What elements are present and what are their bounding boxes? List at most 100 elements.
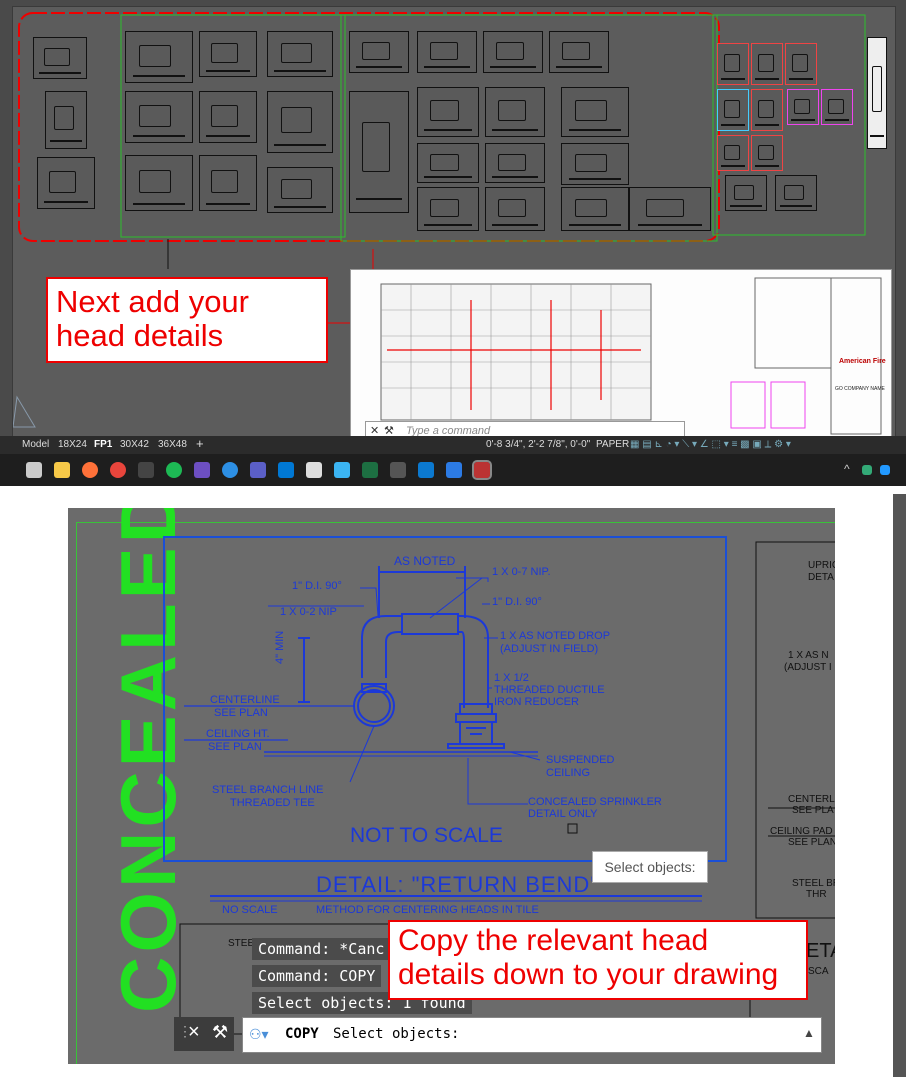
- detail-thumb: [267, 167, 333, 213]
- terminal-icon[interactable]: [390, 462, 406, 478]
- detail-thumb: [125, 31, 193, 83]
- task-view-icon[interactable]: [26, 462, 42, 478]
- method-label: METHOD FOR CENTERING HEADS IN TILE: [316, 904, 539, 916]
- detail-thumb: [45, 91, 87, 149]
- concealed-sprinkler-label-2: DETAIL ONLY: [528, 808, 598, 820]
- chevron-up-icon[interactable]: ▲: [803, 1026, 815, 1040]
- centerline-label-1: CENTERLINE: [210, 694, 280, 706]
- detail-thumb: [717, 43, 749, 85]
- tab-fp1[interactable]: FP1: [94, 439, 112, 450]
- tray-icon[interactable]: [862, 465, 872, 475]
- coordinates-readout: 0'-8 3/4", 2'-2 7/8", 0'-0": [486, 439, 591, 450]
- app-icon[interactable]: [306, 462, 322, 478]
- suspended-label-1: SUSPENDED: [546, 754, 615, 766]
- suspended-label-2: CEILING: [546, 767, 591, 779]
- chrome-icon[interactable]: [110, 462, 126, 478]
- detail-thumb: [717, 89, 749, 131]
- tray-chevron-icon[interactable]: ^: [844, 462, 850, 476]
- detail-thumb: [725, 175, 767, 211]
- ceiling-pad-label-2: SEE PLAN: [788, 837, 835, 848]
- tab-model[interactable]: Model: [22, 439, 49, 450]
- command-line[interactable]: ⚇▾ COPY Select objects: ▲: [242, 1017, 822, 1053]
- add-tab-button[interactable]: +: [196, 436, 204, 451]
- callout-line-2: details down to your drawing: [398, 958, 779, 991]
- right-steel-label-1: STEEL BR: [792, 878, 835, 889]
- detail-thumb: [199, 155, 257, 211]
- callout-line-1: Copy the relevant head: [398, 924, 709, 957]
- onedrive-icon[interactable]: [880, 465, 890, 475]
- detail-thumb: [417, 31, 477, 73]
- tab-18x24[interactable]: 18X24: [58, 439, 87, 450]
- head-details-callout: Next add your head details: [46, 277, 328, 363]
- layout-tabs-bar: Model 18X24 FP1 30X42 36X48 + 0'-8 3/4",…: [0, 436, 906, 454]
- di-90-right-label: 1" D.I. 90°: [492, 596, 542, 608]
- detail-title: DETAIL: "RETURN BEND": [316, 872, 600, 897]
- outlook-icon[interactable]: [278, 462, 294, 478]
- detail-thumb: [417, 143, 479, 183]
- command-history-line: Command: *Canc: [252, 938, 391, 960]
- nip-top-label: 1 X 0-7 NIP.: [492, 566, 551, 578]
- detail-thumb: [417, 87, 479, 137]
- right-centerline-label-1: CENTERLI: [788, 794, 835, 805]
- detail-thumb: [821, 89, 853, 125]
- right-noted-label-1: 1 X AS N: [788, 650, 829, 661]
- detail-thumb: [751, 43, 783, 85]
- detail-thumb: [785, 43, 817, 85]
- detail-thumb: [125, 91, 193, 143]
- windows-taskbar: ^: [0, 454, 906, 486]
- min-label: 4" MIN: [274, 630, 286, 664]
- paper-space-toggle[interactable]: PAPER: [596, 439, 629, 450]
- command-prompt-input[interactable]: Select objects:: [333, 1026, 459, 1042]
- tab-30x42[interactable]: 30X42: [120, 439, 149, 450]
- floor-plan-sheet: American Fire GO COMPANY NAME: [350, 269, 892, 443]
- detail-thumb: [199, 31, 257, 77]
- detail-thumb: [267, 31, 333, 77]
- di-90-left-label: 1" D.I. 90°: [292, 580, 342, 592]
- status-bar-icons[interactable]: ▦ ▤ ⊾ ◔ ▾ ⟍ ▾ ∠ ⬚ ▾ ≡ ▩ ▣ ⟂ ⚙ ▾: [630, 439, 791, 450]
- excel-icon[interactable]: [362, 462, 378, 478]
- detail-thumb: [751, 89, 783, 131]
- detail-thumb: [561, 187, 629, 231]
- active-command: COPY: [285, 1026, 319, 1042]
- tab-36x48[interactable]: 36X48: [158, 439, 187, 450]
- reducer-label-2: THREADED DUCTILE: [494, 684, 605, 696]
- company-name: GO COMPANY NAME: [835, 386, 885, 392]
- detail-thumb: [417, 187, 479, 231]
- detail-thumb: [267, 91, 333, 153]
- detail-thumb: [349, 31, 409, 73]
- ceiling-ht-label-2: SEE PLAN: [208, 741, 262, 753]
- select-objects-tooltip: Select objects:: [592, 851, 708, 883]
- app-icon[interactable]: [446, 462, 462, 478]
- wrench-icon[interactable]: ⚒: [212, 1022, 228, 1043]
- close-icon[interactable]: ×: [188, 1021, 200, 1044]
- edge-icon[interactable]: [222, 462, 238, 478]
- concealed-sprinkler-label-1: CONCEALED SPRINKLER: [528, 796, 662, 808]
- teams-icon[interactable]: [250, 462, 266, 478]
- bottom-screenshot: CONCEALED AS NOTED 1" D.I. 90° 1 X 0-2 N…: [68, 508, 835, 1064]
- command-history-line: Command: COPY: [252, 965, 382, 987]
- no-scale-label: NO SCALE: [222, 904, 278, 916]
- app-icon[interactable]: [138, 462, 154, 478]
- nip-left-label: 1 X 0-2 NIP: [280, 606, 337, 618]
- detail-thumb: [485, 143, 545, 183]
- ceiling-ht-label-1: CEILING HT.: [206, 728, 270, 740]
- file-explorer-icon[interactable]: [54, 462, 70, 478]
- ceiling-pad-label-1: CEILING PAD: [770, 826, 833, 837]
- app-icon[interactable]: [194, 462, 210, 478]
- autocad-icon[interactable]: [472, 460, 492, 480]
- detail-thumb: [125, 155, 193, 211]
- command-line-handle[interactable]: ⋮ × ⚒: [174, 1017, 234, 1051]
- branch-line-label-1: STEEL BRANCH LINE: [212, 784, 324, 796]
- detail-thumb: [349, 91, 409, 213]
- app-icon[interactable]: [334, 462, 350, 478]
- branch-line-label-2: THREADED TEE: [230, 797, 315, 809]
- command-history-icon[interactable]: ⚇▾: [249, 1026, 269, 1043]
- firefox-icon[interactable]: [82, 462, 98, 478]
- vscode-icon[interactable]: [418, 462, 434, 478]
- drawing-canvas[interactable]: American Fire GO COMPANY NAME Next add y…: [12, 6, 896, 443]
- right-scale-partial: SCA: [808, 966, 829, 977]
- spotify-icon[interactable]: [166, 462, 182, 478]
- company-logo: American Fire: [839, 358, 886, 365]
- upright-label-1: UPRIG: [808, 560, 835, 571]
- detail-thumb: [485, 187, 545, 231]
